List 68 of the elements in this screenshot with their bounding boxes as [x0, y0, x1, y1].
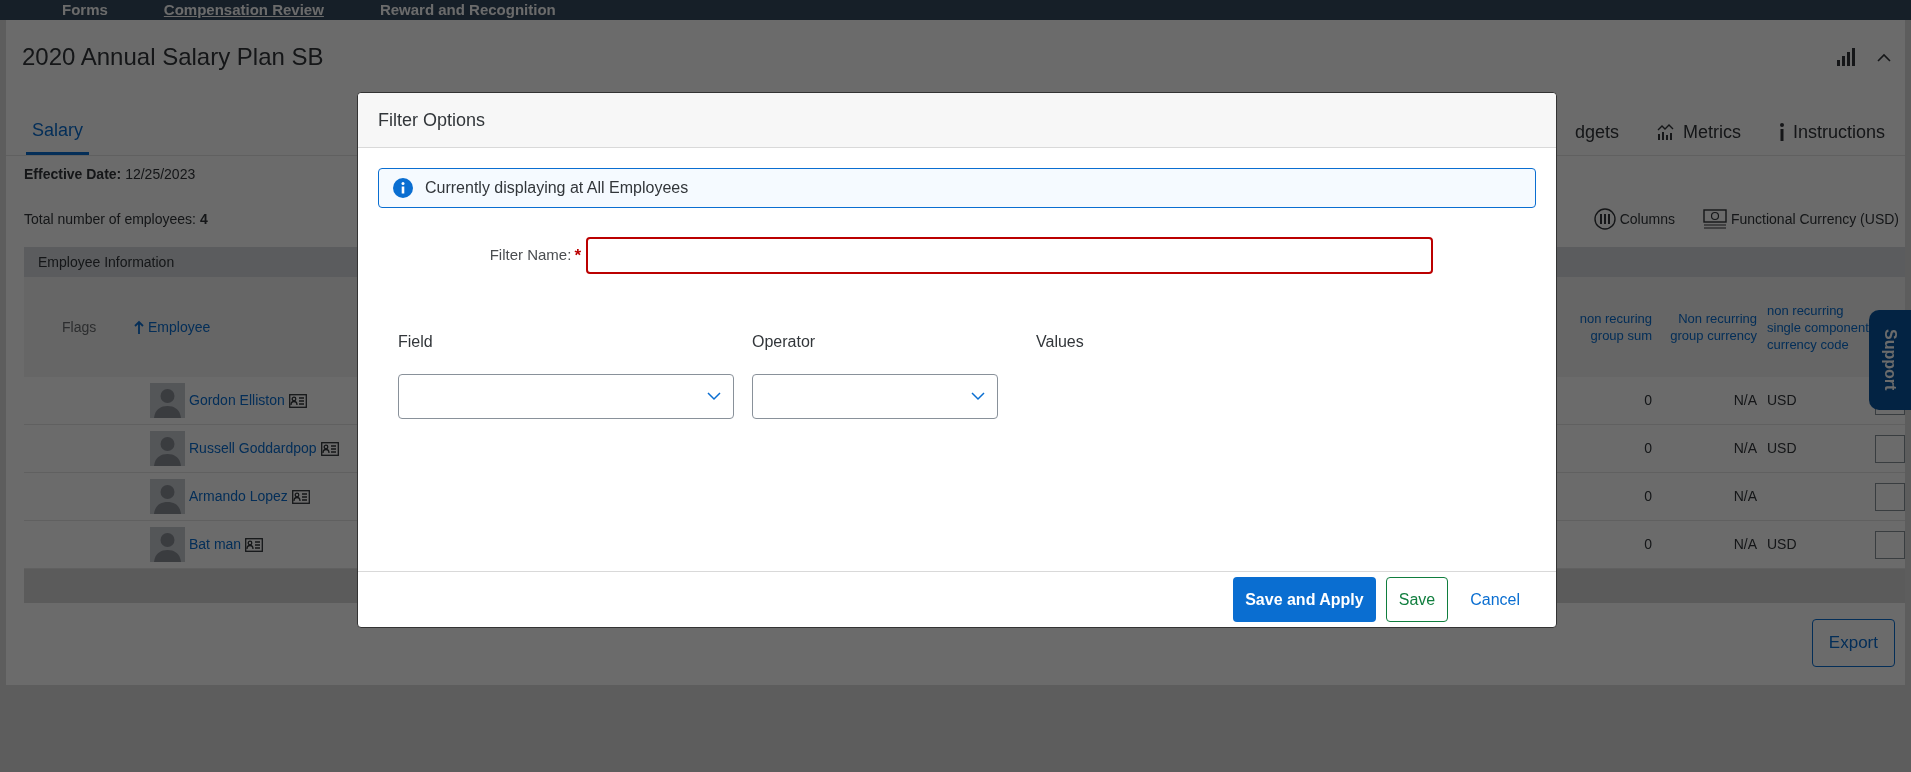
money-icon: [1702, 209, 1727, 229]
metrics-icon: [1656, 124, 1675, 140]
filter-name-field[interactable]: [586, 237, 1433, 274]
column-label: Field: [398, 333, 433, 350]
contact-card-icon[interactable]: [288, 393, 307, 408]
column-label: Operator: [752, 333, 816, 350]
bar-chart-icon[interactable]: [1837, 48, 1857, 66]
column-label: Values: [1036, 333, 1084, 350]
navigation-link[interactable]: Reward and Recognition: [379, 1, 556, 19]
dialog-title: Filter Options: [378, 108, 486, 132]
table-cell: 0: [1644, 440, 1652, 456]
columns-icon: [1593, 208, 1616, 230]
table-cell: 0: [1644, 536, 1652, 552]
table-cell: N/A: [1733, 488, 1757, 504]
tab[interactable]: Instructions: [1778, 109, 1885, 155]
collapse-icon[interactable]: [1877, 52, 1891, 62]
toolbar-button[interactable]: Functional Currency (USD): [1702, 208, 1899, 230]
navigation-link[interactable]: Forms: [62, 1, 108, 19]
info-message: Currently displaying at All Employees: [425, 178, 689, 198]
avatar: [150, 479, 185, 514]
tab[interactable]: Metrics: [1656, 109, 1741, 155]
table-input-field[interactable]: [1875, 530, 1905, 559]
table-cell: 0: [1644, 488, 1652, 504]
avatar: [150, 527, 185, 562]
dialog-button[interactable]: Save and Apply: [1233, 577, 1376, 622]
table-cell: USD: [1767, 392, 1797, 408]
info-icon: [1778, 123, 1785, 141]
contact-card-icon[interactable]: [320, 441, 339, 456]
column-header[interactable]: Employee: [134, 316, 211, 338]
column-header[interactable]: Non recurring group currency: [1656, 310, 1757, 344]
page-title: 2020 Annual Salary Plan SB: [22, 42, 324, 72]
field-dropdown[interactable]: [398, 374, 734, 419]
dialog-button[interactable]: Save: [1385, 577, 1449, 622]
contact-card-icon[interactable]: [291, 489, 310, 504]
employee-link[interactable]: Russell Goddardpop: [189, 438, 317, 459]
table-cell: USD: [1767, 536, 1797, 552]
contact-card-icon[interactable]: [245, 537, 264, 552]
employee-link[interactable]: Bat man: [189, 534, 242, 555]
export-button[interactable]: Export: [1811, 619, 1895, 667]
support-tab[interactable]: Support: [1869, 310, 1911, 410]
toolbar-button[interactable]: Columns: [1593, 208, 1675, 230]
info-icon: [393, 178, 413, 198]
avatar: [150, 383, 185, 418]
table-cell: N/A: [1733, 536, 1757, 552]
table-cell: USD: [1767, 440, 1797, 456]
effective-date: Effective Date: 12/25/2023: [24, 165, 197, 184]
column-header[interactable]: Flags: [24, 316, 134, 338]
employee-link[interactable]: Armando Lopez: [189, 486, 288, 507]
operator-dropdown[interactable]: [752, 374, 998, 419]
avatar: [150, 431, 185, 466]
tab[interactable]: Salary: [26, 109, 90, 155]
sort-ascending-icon: [134, 320, 144, 334]
chevron-down-icon: [707, 392, 721, 401]
dialog-button[interactable]: Cancel: [1458, 577, 1532, 622]
table-cell: 0: [1644, 392, 1652, 408]
employee-link[interactable]: Gordon Elliston: [189, 390, 285, 411]
employee-count: Total number of employees: 4: [24, 209, 208, 229]
navigation-link[interactable]: Compensation Review: [163, 1, 324, 19]
field-label: Filter Name:: [489, 245, 572, 266]
column-header[interactable]: non recurring single component currency code: [1767, 301, 1871, 353]
table-input-field[interactable]: [1875, 482, 1905, 511]
group-header-label: Employee Information: [37, 252, 175, 272]
tab[interactable]: dgets: [1574, 109, 1619, 155]
table-cell: N/A: [1733, 392, 1757, 408]
table-input-field[interactable]: [1875, 434, 1905, 463]
required-mark: *: [574, 244, 581, 267]
chevron-down-icon: [971, 392, 985, 401]
table-cell: N/A: [1733, 440, 1757, 456]
